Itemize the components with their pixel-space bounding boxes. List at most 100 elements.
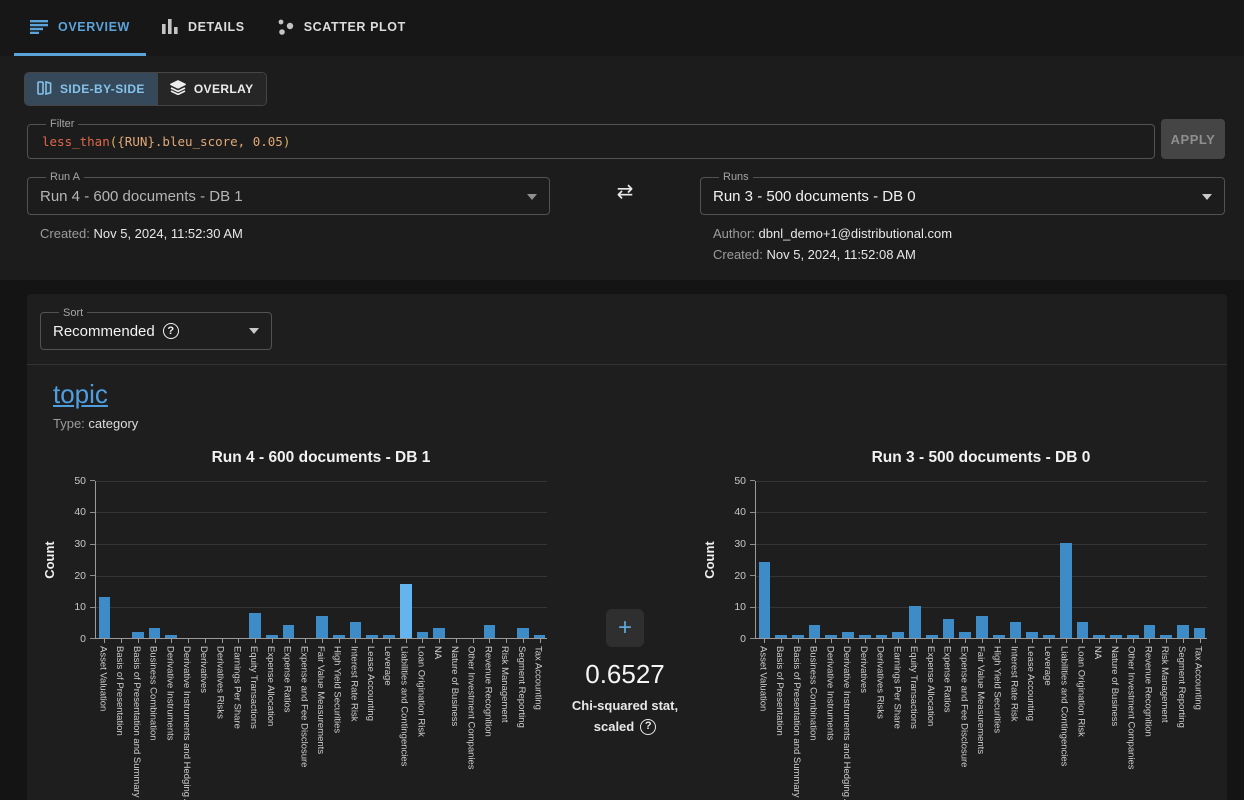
chart-bar[interactable] (1077, 622, 1089, 638)
run-b-value: Run 3 - 500 documents - DB 0 (713, 188, 916, 205)
chevron-down-icon (1202, 194, 1212, 200)
tab-scatter-plot[interactable]: SCATTER PLOT (261, 0, 422, 56)
side-by-side-button[interactable]: SIDE-BY-SIDE (25, 73, 157, 105)
chart-bar[interactable] (99, 597, 111, 638)
x-tick-label: Revenue Recognition (1143, 646, 1153, 737)
chart-bar[interactable] (1043, 635, 1055, 638)
filter-fn: less_than (42, 134, 110, 149)
chart-bar[interactable] (132, 632, 144, 638)
sort-help-icon[interactable]: ? (163, 323, 179, 339)
x-tick-label: Derivative Instruments (825, 646, 835, 741)
swap-runs-button[interactable]: ⇄ (617, 181, 634, 201)
chart-bar[interactable] (1026, 632, 1038, 638)
metric-topic-link[interactable]: topic (53, 379, 108, 409)
chart-bar[interactable] (1060, 543, 1072, 638)
tab-overview[interactable]: OVERVIEW (14, 0, 146, 56)
x-tick-label: Derivatives Risks (875, 646, 885, 719)
chart-bar[interactable] (484, 625, 496, 638)
filter-label: Filter (46, 118, 78, 130)
chart-b-y-axis: Count 01020304050 (700, 481, 755, 639)
x-tick-label: NA (433, 646, 443, 659)
gridline (96, 512, 547, 513)
chart-bar[interactable] (926, 635, 938, 638)
chart-bar[interactable] (993, 635, 1005, 638)
chart-b-title: Run 3 - 500 documents - DB 0 (755, 449, 1207, 467)
chart-bar[interactable] (283, 625, 295, 638)
chart-bar[interactable] (1093, 635, 1105, 638)
chart-bar[interactable] (333, 635, 345, 638)
chart-bar[interactable] (1144, 625, 1156, 638)
charts-row: Run 4 - 600 documents - DB 1 Count 01020… (40, 449, 1217, 800)
x-tick-label: Lease Accounting (1026, 646, 1036, 721)
chart-b-x-labels: Asset ValuationBasis of PresentationBasi… (755, 639, 1207, 800)
chart-bar[interactable] (350, 622, 362, 638)
x-tick-label: Other Investment Companies (466, 646, 476, 770)
sort-select[interactable]: Sort Recommended ? (40, 307, 272, 350)
chart-bar[interactable] (1127, 635, 1139, 638)
gridline (96, 607, 547, 608)
chart-bar[interactable] (775, 635, 787, 638)
chart-bar[interactable] (1010, 622, 1022, 638)
chart-bar[interactable] (1177, 625, 1189, 638)
run-a-select[interactable]: Run A Run 4 - 600 documents - DB 1 (27, 171, 550, 215)
chart-bar[interactable] (842, 632, 854, 638)
run-b-select[interactable]: Runs Run 3 - 500 documents - DB 0 (700, 171, 1225, 215)
chart-bar[interactable] (1160, 635, 1172, 638)
chart-bar[interactable] (825, 635, 837, 638)
chart-bar[interactable] (149, 628, 161, 637)
x-tick-label: Segment Reporting (516, 646, 526, 728)
run-a-value: Run 4 - 600 documents - DB 1 (40, 188, 243, 205)
run-selectors-row: Run A Run 4 - 600 documents - DB 1 ⇄ Run… (27, 171, 1225, 215)
chart-bar[interactable] (165, 635, 177, 638)
chart-bar[interactable] (433, 628, 445, 637)
filter-expression[interactable]: less_than({RUN}.bleu_score, 0.05) (40, 131, 1142, 149)
chart-bar[interactable] (249, 613, 261, 638)
chart-bar[interactable] (892, 632, 904, 638)
run-b-author-value: dbnl_demo+1@distributional.com (759, 226, 953, 241)
chart-bar[interactable] (534, 635, 546, 638)
chart-bar[interactable] (959, 632, 971, 638)
sort-value: Recommended (53, 323, 155, 340)
tab-details[interactable]: DETAILS (146, 0, 261, 56)
overlay-button[interactable]: OVERLAY (157, 73, 266, 105)
x-tick-label: Segment Reporting (1176, 646, 1186, 728)
chart-bar[interactable] (400, 584, 412, 638)
chart-bar[interactable] (517, 628, 529, 637)
filter-input[interactable]: Filter less_than({RUN}.bleu_score, 0.05) (27, 118, 1155, 159)
chart-bar[interactable] (1194, 628, 1206, 637)
chart-a-plot-area[interactable] (95, 481, 547, 639)
chart-bar[interactable] (316, 616, 328, 638)
chi-squared-caption: Chi-squared stat, scaled ? (572, 696, 678, 738)
run-b-created-value: Nov 5, 2024, 11:52:08 AM (767, 247, 916, 262)
chi-squared-caption-line2: scaled (594, 717, 634, 738)
chart-bar[interactable] (876, 635, 888, 638)
y-tick-label: 20 (734, 570, 746, 582)
x-tick-label: Leverage (382, 646, 392, 686)
chart-bar[interactable] (943, 619, 955, 638)
x-tick-label: Asset Valuation (98, 646, 108, 711)
gridline (756, 481, 1207, 482)
add-comparison-button[interactable]: + (606, 609, 644, 647)
x-tick-label: Other Investment Companies (1126, 646, 1136, 770)
results-panel: Sort Recommended ? topic Type: category … (27, 294, 1227, 800)
x-tick-label: Expense Ratios (942, 646, 952, 713)
x-tick-label: Lease Accounting (366, 646, 376, 721)
x-tick-label: Equity Transactions (909, 646, 919, 729)
chart-bar[interactable] (759, 562, 771, 638)
chart-bar[interactable] (909, 606, 921, 638)
x-tick-label: Basis of Presentation and Summary o... (131, 646, 141, 800)
chart-bar[interactable] (976, 616, 988, 638)
chart-bar[interactable] (366, 635, 378, 638)
chart-bar[interactable] (859, 635, 871, 638)
x-tick-label: Asset Valuation (758, 646, 768, 711)
chart-bar[interactable] (1110, 635, 1122, 638)
x-tick-label: Loan Origination Risk (416, 646, 426, 737)
chart-bar[interactable] (266, 635, 278, 638)
stat-help-icon[interactable]: ? (640, 719, 656, 735)
chart-bar[interactable] (809, 625, 821, 638)
chart-bar[interactable] (417, 632, 429, 638)
chart-bar[interactable] (792, 635, 804, 638)
apply-button[interactable]: APPLY (1161, 119, 1225, 159)
chart-bar[interactable] (383, 635, 395, 638)
chart-b-plot-area[interactable] (755, 481, 1207, 639)
